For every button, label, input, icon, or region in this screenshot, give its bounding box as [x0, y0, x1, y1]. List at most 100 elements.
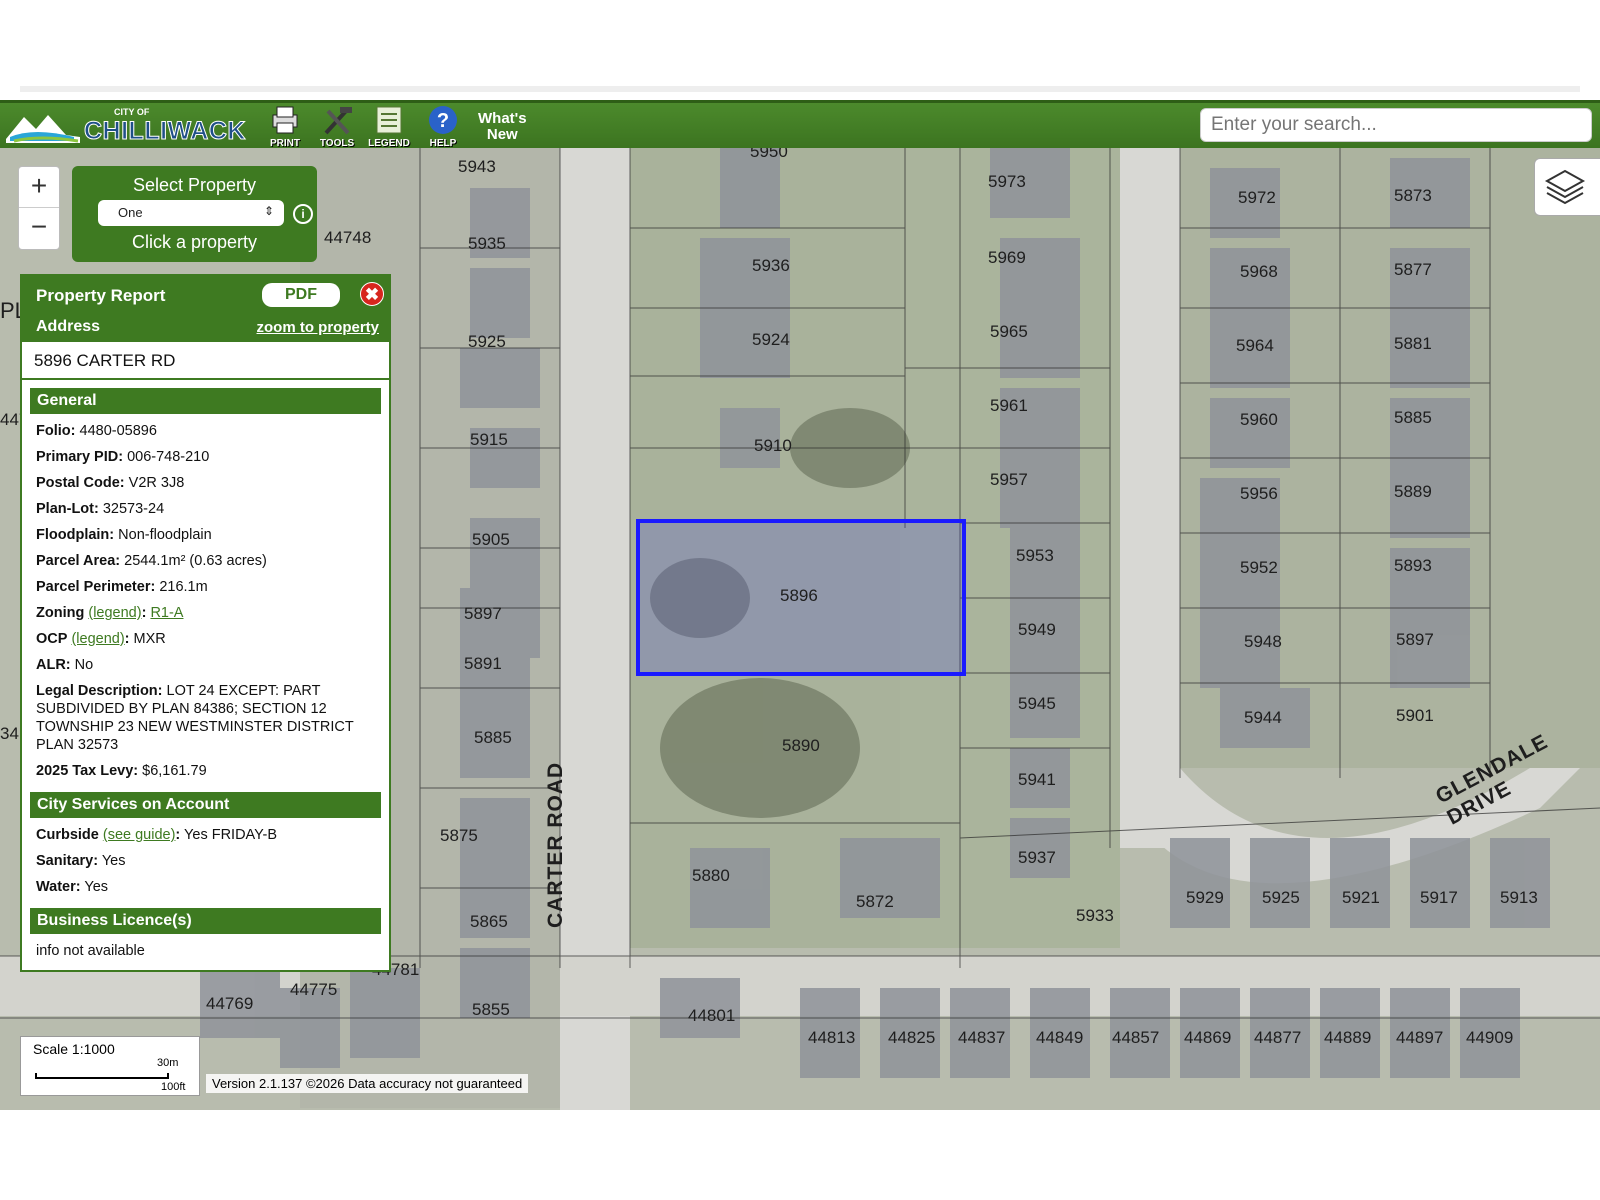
lot-label: 5865 [470, 912, 508, 931]
curbside-value: Yes FRIDAY-B [184, 827, 277, 843]
lot-label: 5925 [1262, 888, 1300, 907]
lot-label: 5915 [470, 430, 508, 449]
legend-button[interactable]: LEGEND [366, 105, 412, 149]
selection-mode-select[interactable]: One ⇕ [98, 200, 284, 226]
lot-label: 44849 [1036, 1028, 1084, 1047]
ocp-row: OCP (legend): MXR [36, 631, 166, 647]
sanitary-row: Sanitary: Yes [36, 848, 375, 874]
lot-label: 5937 [1018, 848, 1056, 867]
curbside-row: Curbside (see guide): Yes FRIDAY-B [36, 827, 277, 843]
lot-label: 5924 [752, 330, 790, 349]
tools-button[interactable]: TOOLS [314, 105, 360, 149]
tax-levy-value: $6,161.79 [142, 763, 207, 779]
postal-label: Postal Code: [36, 475, 125, 491]
close-icon[interactable]: ✖ [360, 282, 384, 306]
svg-text:?: ? [437, 110, 449, 132]
layers-button[interactable] [1534, 158, 1600, 216]
lot-label: 5881 [1394, 334, 1432, 353]
scale-bar: Scale 1:1000 30m 100ft [20, 1036, 200, 1096]
lot-label: 5973 [988, 172, 1026, 191]
lot-label: 5945 [1018, 694, 1056, 713]
lot-label: 5901 [1396, 706, 1434, 725]
lot-label: 5941 [1018, 770, 1056, 789]
layers-icon [1544, 169, 1586, 205]
tax-levy-row: 2025 Tax Levy: $6,161.79 [36, 758, 375, 784]
version-notice: Version 2.1.137 ©2026 Data accuracy not … [206, 1074, 529, 1093]
lot-label: 5949 [1018, 620, 1056, 639]
select-property-title: Select Property [132, 175, 257, 195]
lot-label: 5917 [1420, 888, 1458, 907]
help-question-icon: ? [429, 106, 457, 134]
folio-row: Folio: 4480-05896 [36, 418, 375, 444]
lot-label: 5897 [1396, 630, 1434, 649]
zoom-in-button[interactable]: + [19, 167, 59, 208]
lot-label: 5877 [1394, 260, 1432, 279]
parcel-area-value: 2544.1m² (0.63 acres) [124, 553, 267, 569]
parcel-perimeter-label: Parcel Perimeter: [36, 579, 156, 595]
floodplain-label: Floodplain: [36, 527, 115, 543]
zoning-legend-link[interactable]: (legend) [88, 605, 141, 621]
help-button[interactable]: ? HELP [420, 105, 466, 149]
city-services-section-header: City Services on Account [30, 792, 381, 818]
lot-label: 5921 [1342, 888, 1380, 907]
tax-levy-label: 2025 Tax Levy: [36, 763, 139, 779]
lot-label: 5875 [440, 826, 478, 845]
info-icon[interactable]: i [293, 204, 313, 224]
carter-road-label: CARTER ROAD [544, 761, 567, 928]
logo-city-of: CITY OF [114, 107, 150, 117]
water-label: Water: [36, 879, 81, 895]
zoning-row: Zoning (legend): R1-A [36, 605, 184, 621]
pdf-button[interactable]: PDF [262, 283, 340, 307]
page-bottom [0, 1110, 1600, 1200]
lot-label: 44837 [958, 1028, 1006, 1047]
lot-label: 5952 [1240, 558, 1278, 577]
selected-lot-label: 5896 [780, 586, 818, 605]
lot-label: 44801 [688, 1006, 736, 1025]
lot-label: 5897 [464, 604, 502, 623]
printer-icon [272, 106, 298, 134]
lot-label: 44877 [1254, 1028, 1302, 1047]
ocp-value: MXR [133, 631, 166, 647]
top-toolbar: CITY OF CHILLIWACK PRINT TOOLS LEGEND ? … [0, 100, 1600, 149]
chilliwack-logo[interactable]: CITY OF CHILLIWACK [4, 107, 246, 147]
whats-new-link[interactable]: What's New [478, 111, 527, 143]
business-licence-section-header: Business Licence(s) [30, 908, 381, 934]
postal-row: Postal Code: V2R 3J8 [36, 470, 375, 496]
scale-line [35, 1073, 169, 1079]
alr-value: No [74, 657, 94, 673]
print-button[interactable]: PRINT [262, 105, 308, 149]
lot-label: 44909 [1466, 1028, 1514, 1047]
parcel-perimeter-value: 216.1m [159, 579, 208, 595]
lot-label: 5935 [468, 234, 506, 253]
lot-label: 5957 [990, 470, 1028, 489]
lot-label: 5929 [1186, 888, 1224, 907]
search-input[interactable] [1200, 108, 1592, 142]
zoning-label: Zoning [36, 605, 85, 621]
zoom-control: + − [18, 166, 60, 250]
zoom-to-property-link[interactable]: zoom to property [257, 319, 380, 336]
lot-label: 5925 [468, 332, 506, 351]
zoom-out-button[interactable]: − [19, 208, 59, 248]
water-row: Water: Yes [36, 874, 375, 900]
scale-imperial: 100ft [161, 1081, 186, 1093]
sanitary-label: Sanitary: [36, 853, 99, 869]
ocp-legend-link[interactable]: (legend) [71, 631, 124, 647]
lot-label: 44775 [290, 980, 338, 999]
zoning-value-link[interactable]: R1-A [150, 605, 183, 621]
legal-description-row: Legal Description: LOT 24 EXCEPT: PART S… [36, 678, 375, 758]
lot-label: 44769 [206, 994, 254, 1013]
legal-description-label: Legal Description: [36, 683, 163, 699]
lot-label: 5964 [1236, 336, 1274, 355]
lot-label: 5913 [1500, 888, 1538, 907]
lot-label: 5872 [856, 892, 894, 911]
lot-label: 44857 [1112, 1028, 1160, 1047]
lot-label: 5893 [1394, 556, 1432, 575]
mountain-logo-icon [6, 115, 80, 143]
lot-label: 5885 [1394, 408, 1432, 427]
lot-label: 5873 [1394, 186, 1432, 205]
selection-mode-value: One [118, 205, 143, 220]
sanitary-value: Yes [101, 853, 126, 869]
property-report-header: Property Report PDF ✖ Address zoom to pr… [22, 276, 389, 342]
pid-value: 006-748-210 [127, 449, 210, 465]
curbside-guide-link[interactable]: (see guide) [103, 827, 176, 843]
